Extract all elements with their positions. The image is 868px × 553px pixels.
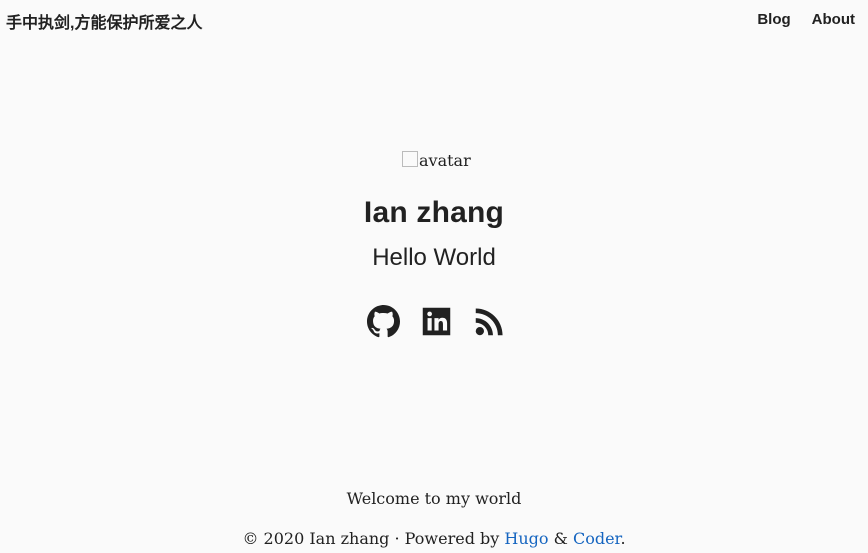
author-subtitle: Hello World bbox=[372, 244, 496, 271]
navbar: 手中执剑,方能保护所爱之人 Blog About bbox=[0, 0, 868, 40]
period: . bbox=[620, 529, 626, 548]
copyright-text: © 2020 Ian zhang · Powered by bbox=[242, 529, 500, 548]
rss-icon bbox=[475, 308, 503, 336]
avatar: avatar bbox=[402, 151, 471, 170]
nav-links: Blog About bbox=[757, 11, 855, 28]
author-name: Ian zhang bbox=[363, 196, 505, 229]
broken-image-icon bbox=[402, 151, 418, 167]
linkedin-link[interactable] bbox=[420, 305, 453, 338]
coder-link[interactable]: Coder bbox=[573, 529, 620, 548]
rss-link[interactable] bbox=[473, 305, 506, 338]
avatar-alt-text: avatar bbox=[419, 151, 471, 170]
nav-link-about[interactable]: About bbox=[812, 11, 855, 28]
github-icon bbox=[367, 305, 400, 338]
hugo-link[interactable]: Hugo bbox=[504, 529, 548, 548]
ampersand: & bbox=[553, 529, 568, 548]
footer-copyright: © 2020 Ian zhang · Powered by Hugo & Cod… bbox=[0, 529, 868, 548]
linkedin-icon bbox=[422, 307, 451, 336]
site-title-link[interactable]: 手中执剑,方能保护所爱之人 bbox=[6, 9, 202, 33]
footer-welcome: Welcome to my world bbox=[346, 489, 522, 508]
github-link[interactable] bbox=[367, 305, 400, 338]
nav-link-blog[interactable]: Blog bbox=[757, 11, 790, 28]
social-links bbox=[367, 305, 506, 338]
